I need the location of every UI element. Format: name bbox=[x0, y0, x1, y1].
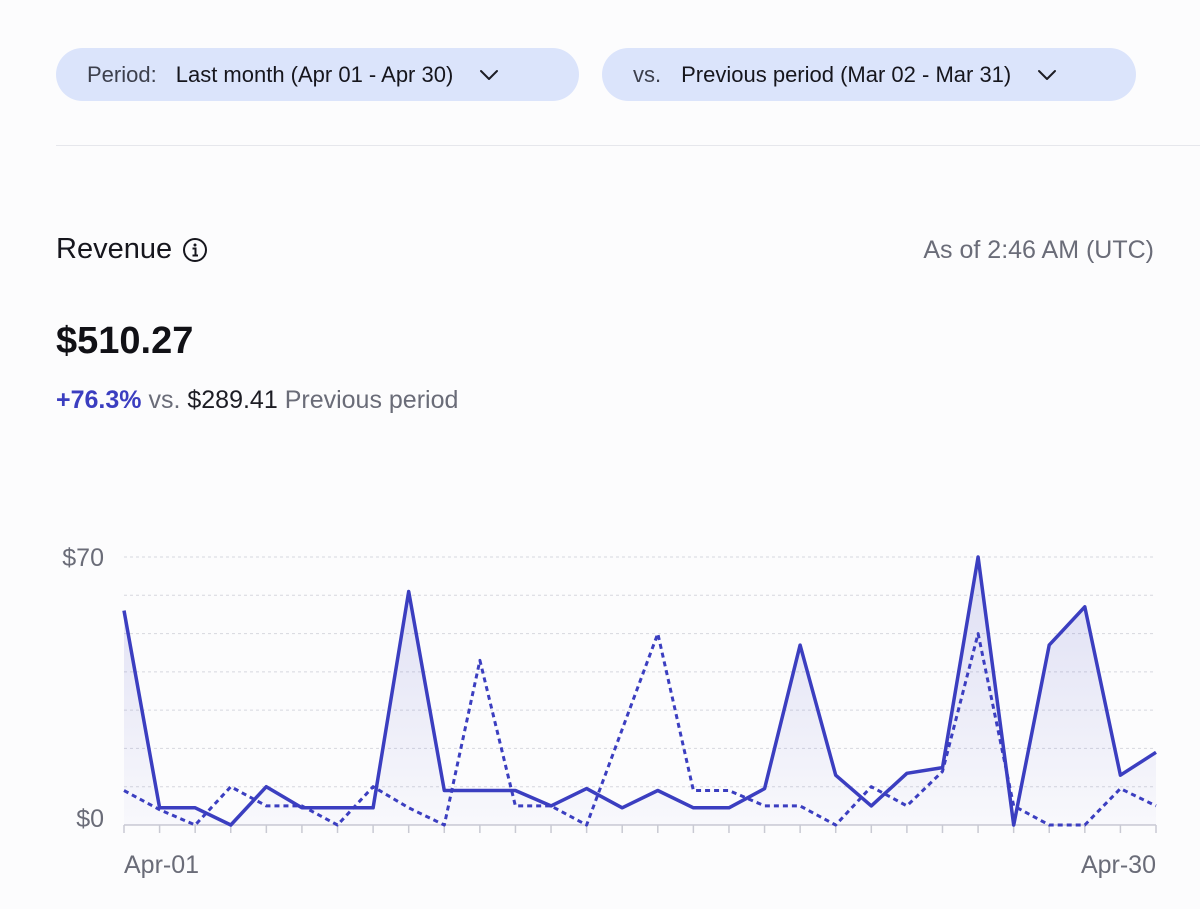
as-of-timestamp: As of 2:46 AM (UTC) bbox=[923, 236, 1154, 264]
previous-label: Previous period bbox=[284, 386, 459, 414]
info-icon[interactable] bbox=[182, 237, 208, 263]
period-filter-dropdown[interactable]: Period: Last month (Apr 01 - Apr 30) bbox=[56, 48, 579, 101]
chevron-down-icon bbox=[479, 69, 499, 81]
compare-filter-dropdown[interactable]: vs. Previous period (Mar 02 - Mar 31) bbox=[602, 48, 1136, 101]
change-percent: +76.3% bbox=[56, 386, 142, 414]
revenue-heading: Revenue bbox=[56, 233, 208, 266]
revenue-total: $510.27 bbox=[56, 320, 194, 362]
x-tick-label: Apr-30 bbox=[1081, 851, 1156, 879]
x-tick-label: Apr-01 bbox=[124, 851, 199, 879]
compare-label: vs. bbox=[633, 61, 662, 87]
compare-value: Previous period (Mar 02 - Mar 31) bbox=[681, 61, 1012, 87]
y-tick-label: $0 bbox=[76, 805, 104, 833]
series-area-fill bbox=[124, 557, 1156, 825]
revenue-comparison: +76.3% vs. $289.41 Previous period bbox=[56, 386, 458, 415]
divider bbox=[56, 145, 1200, 146]
previous-total: $289.41 bbox=[187, 386, 278, 414]
period-value: Last month (Apr 01 - Apr 30) bbox=[175, 61, 454, 87]
period-label: Period: bbox=[87, 61, 157, 87]
chevron-down-icon bbox=[1037, 69, 1057, 81]
vs-word: vs. bbox=[148, 386, 181, 414]
revenue-title: Revenue bbox=[56, 233, 173, 265]
revenue-line-chart: $70 $0 Apr-01 Apr-30 bbox=[62, 544, 1157, 879]
y-tick-label: $70 bbox=[62, 544, 104, 572]
